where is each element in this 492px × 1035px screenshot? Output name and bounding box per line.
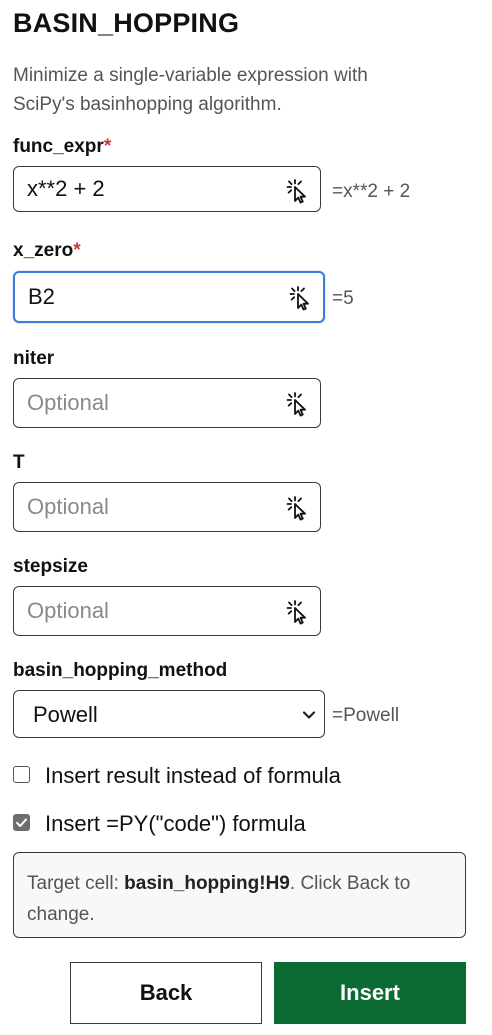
- cursor-click-icon[interactable]: [284, 495, 310, 521]
- x-zero-label: x_zero*: [13, 240, 81, 262]
- insert-result-label[interactable]: Insert result instead of formula: [45, 763, 341, 789]
- required-marker: *: [103, 136, 112, 157]
- niter-field: [13, 378, 321, 428]
- insert-result-checkbox[interactable]: [13, 766, 30, 783]
- niter-label: niter: [13, 348, 55, 369]
- target-cell: basin_hopping!H9: [124, 873, 290, 894]
- t-label: T: [13, 452, 25, 473]
- t-input[interactable]: [14, 483, 274, 531]
- func-expr-label: func_expr*: [13, 136, 111, 158]
- chevron-down-icon: [302, 708, 316, 722]
- cursor-click-icon[interactable]: [287, 285, 313, 311]
- x-zero-field: [13, 271, 325, 323]
- func-expr-preview: =x**2 + 2: [332, 181, 411, 202]
- cursor-click-icon[interactable]: [284, 391, 310, 417]
- cursor-click-icon[interactable]: [284, 599, 310, 625]
- stepsize-label: stepsize: [13, 556, 88, 577]
- back-button[interactable]: Back: [70, 962, 262, 1024]
- x-zero-input[interactable]: [15, 273, 275, 321]
- target-cell-info: Target cell: basin_hopping!H9. Click Bac…: [13, 852, 466, 938]
- method-selected-value: Powell: [33, 702, 98, 727]
- method-label: basin_hopping_method: [13, 660, 228, 681]
- insert-py-label[interactable]: Insert =PY("code") formula: [45, 811, 306, 837]
- check-icon: [16, 818, 27, 827]
- stepsize-field: [13, 586, 321, 636]
- target-prefix: Target cell:: [27, 873, 125, 894]
- func-expr-input[interactable]: [14, 167, 274, 211]
- niter-input[interactable]: [14, 379, 274, 427]
- t-field: [13, 482, 321, 532]
- x-zero-preview: =5: [332, 288, 354, 309]
- page-description: Minimize a single-variable expression wi…: [13, 65, 368, 115]
- method-select[interactable]: Powell: [13, 690, 325, 738]
- func-expr-field: [13, 166, 321, 212]
- func-expr-label-text: func_expr: [13, 136, 104, 157]
- stepsize-input[interactable]: [14, 587, 274, 635]
- insert-py-checkbox[interactable]: [13, 814, 30, 831]
- page-title: BASIN_HOPPING: [13, 8, 240, 38]
- required-marker: *: [73, 240, 81, 261]
- x-zero-label-text: x_zero: [13, 240, 74, 261]
- cursor-click-icon[interactable]: [284, 178, 310, 204]
- method-preview: =Powell: [332, 705, 400, 726]
- insert-button[interactable]: Insert: [274, 962, 466, 1024]
